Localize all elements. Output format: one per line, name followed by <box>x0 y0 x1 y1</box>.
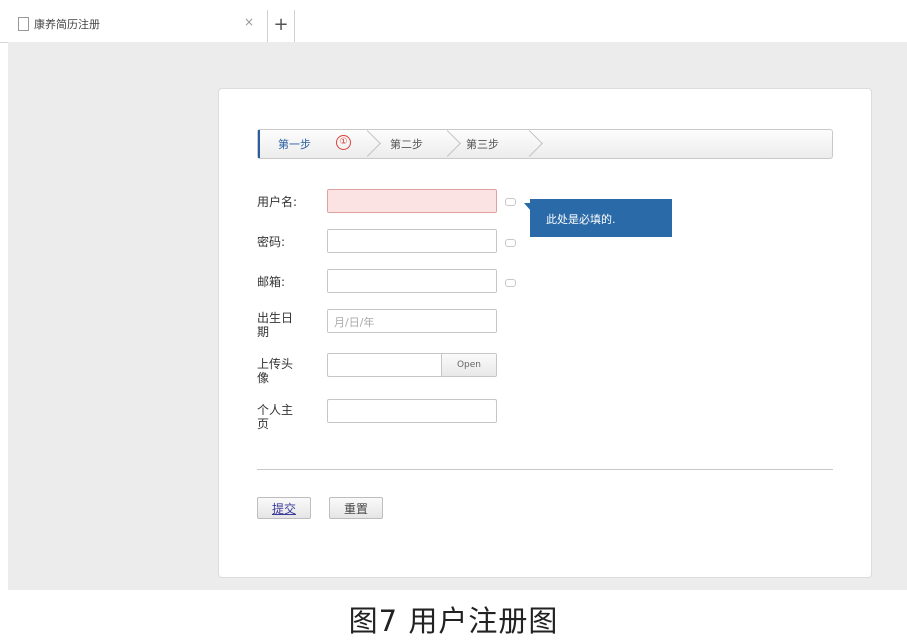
browser-tab[interactable]: 康养简历注册 × <box>0 8 262 42</box>
figure-caption: 图7 用户注册图 <box>348 604 559 638</box>
validation-tooltip: 此处是必填的. <box>524 199 672 237</box>
new-tab-button[interactable]: + <box>267 10 295 42</box>
birthdate-input[interactable]: 月/日/年 <box>327 309 497 333</box>
page-viewport: 第一步 ① 第二步 第三步 用户名: 此处是必填的. 密码: 邮箱: 出生日期 … <box>8 42 907 590</box>
reset-button[interactable]: 重置 <box>329 497 383 519</box>
comment-icon <box>505 239 516 247</box>
password-input[interactable] <box>327 229 497 253</box>
close-icon[interactable]: × <box>244 15 254 29</box>
form-divider <box>257 469 833 470</box>
step-3-label[interactable]: 第三步 <box>466 136 499 152</box>
step-1-badge: ① <box>336 135 351 150</box>
avatar-file-input[interactable]: Open <box>327 353 497 377</box>
email-label: 邮箱: <box>257 275 286 289</box>
step-2-label[interactable]: 第二步 <box>390 136 423 152</box>
step-progress-bar: 第一步 ① 第二步 第三步 <box>257 129 833 159</box>
registration-card: 第一步 ① 第二步 第三步 用户名: 此处是必填的. 密码: 邮箱: 出生日期 … <box>218 88 872 578</box>
birthdate-label: 出生日期 <box>257 311 294 339</box>
open-file-button[interactable]: Open <box>441 354 496 376</box>
comment-icon <box>505 198 516 206</box>
chevron-right-icon <box>526 129 556 159</box>
avatar-label: 上传头像 <box>257 357 294 385</box>
homepage-label: 个人主页 <box>257 403 294 431</box>
page-icon <box>18 17 29 31</box>
step-1-label[interactable]: 第一步 <box>278 136 311 152</box>
email-input[interactable] <box>327 269 497 293</box>
username-label: 用户名: <box>257 195 298 209</box>
homepage-input[interactable] <box>327 399 497 423</box>
username-input[interactable] <box>327 189 497 213</box>
browser-tab-bar: 康养简历注册 × + <box>0 0 907 43</box>
tab-title: 康养简历注册 <box>34 18 100 31</box>
active-step-indicator <box>258 130 260 158</box>
password-label: 密码: <box>257 235 286 249</box>
comment-icon <box>505 279 516 287</box>
submit-button[interactable]: 提交 <box>257 497 311 519</box>
